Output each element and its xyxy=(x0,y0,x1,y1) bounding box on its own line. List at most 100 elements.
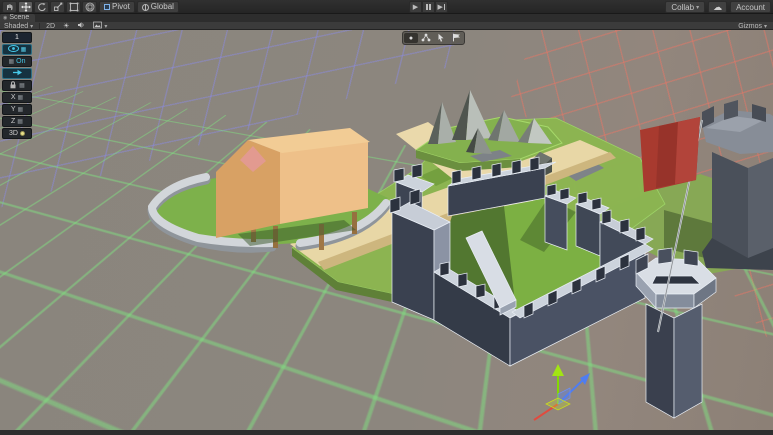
sun-icon: ☀ xyxy=(63,22,69,30)
playmode-controls: ▶ ▶ xyxy=(409,1,448,13)
pivot-toggle-button[interactable]: Pivot xyxy=(99,1,135,13)
full-grid-label: 3D xyxy=(9,130,18,137)
grid-icon: ▦ xyxy=(19,82,25,89)
2d-toggle-button[interactable]: 2D xyxy=(44,22,57,30)
hand-tool-button[interactable] xyxy=(2,1,17,13)
grid-icon: ▦ xyxy=(18,106,24,113)
shading-mode-label: Shaded xyxy=(4,23,28,30)
2d-label: 2D xyxy=(46,23,55,30)
scale-tool-button[interactable] xyxy=(50,1,65,13)
tab-scene[interactable]: ◉ Scene xyxy=(0,14,35,22)
global-toggle-button[interactable]: Global xyxy=(137,1,179,13)
rotate-tool-icon xyxy=(37,2,47,12)
nodes-icon xyxy=(421,33,431,44)
scene-audio-toggle[interactable] xyxy=(75,22,87,30)
step-icon: ▶ xyxy=(438,3,443,11)
progrids-y-plane-button[interactable]: Y ▦ xyxy=(2,104,32,115)
unity-editor-window: Pivot Global ▶ ▶ Collab ▾ ☁ xyxy=(0,0,773,435)
lock-icon xyxy=(9,81,17,91)
rotate-tool-button[interactable] xyxy=(34,1,49,13)
scene-overlay-toolbar: ● xyxy=(402,31,465,45)
progrids-x-plane-button[interactable]: X ▦ xyxy=(2,92,32,103)
axis-x-label: X xyxy=(11,94,16,101)
transform-tool-icon xyxy=(85,2,95,12)
grid-icon: ▦ xyxy=(21,46,27,53)
progrids-z-plane-button[interactable]: Z ▦ xyxy=(2,116,32,127)
eye-icon xyxy=(8,45,19,54)
move-gizmo[interactable] xyxy=(534,364,590,420)
pivot-icon xyxy=(104,4,110,10)
collab-button[interactable]: Collab ▾ xyxy=(665,1,705,13)
corner-turret[interactable] xyxy=(636,248,716,418)
globe-icon xyxy=(142,4,149,11)
axis-y-label: Y xyxy=(11,106,16,113)
account-button[interactable]: Account xyxy=(730,1,771,13)
progrids-lock-grid-button[interactable]: ▦ xyxy=(2,80,32,91)
grid-icon: ▦ xyxy=(18,94,24,101)
progrids-toolbar: 1 ▦ ▦ On ▦ xyxy=(2,32,32,139)
chevron-down-icon: ▾ xyxy=(696,4,699,11)
account-label: Account xyxy=(736,3,765,12)
chevron-down-icon: ▾ xyxy=(104,23,107,30)
divider xyxy=(39,23,40,29)
move-tool-icon xyxy=(21,2,31,12)
pointer-tool-button[interactable] xyxy=(434,33,448,43)
scene-tab-bar: ◉ Scene xyxy=(0,14,773,22)
scene-controls-right: Gizmos ▾ xyxy=(736,22,769,30)
move-tool-button[interactable] xyxy=(18,1,33,13)
arrow-right-icon xyxy=(12,69,23,78)
pivot-label: Pivot xyxy=(112,2,130,12)
grid-icon: ▦ xyxy=(8,58,14,65)
flag-icon xyxy=(452,33,461,44)
toolbar-right-group: Collab ▾ ☁ Account xyxy=(665,1,771,13)
rect-tool-button[interactable] xyxy=(66,1,81,13)
global-label: Global xyxy=(151,2,174,12)
hand-tool-icon xyxy=(5,2,15,12)
flag-tool-button[interactable] xyxy=(449,33,463,43)
play-button[interactable]: ▶ xyxy=(409,1,422,13)
snap-value-label: 1 xyxy=(15,34,19,41)
node-graph-button[interactable] xyxy=(419,33,433,43)
gizmos-dropdown[interactable]: Gizmos ▾ xyxy=(736,22,769,30)
rect-tool-icon xyxy=(69,2,79,12)
step-button[interactable]: ▶ xyxy=(435,1,448,13)
progrids-snap-toggle-button[interactable]: ▦ On xyxy=(2,56,32,67)
shading-mode-dropdown[interactable]: Shaded ▾ xyxy=(2,22,35,30)
progrids-push-to-grid-button[interactable] xyxy=(2,68,32,79)
scene-tab-icon: ◉ xyxy=(3,14,7,22)
progrids-snap-value-button[interactable]: 1 xyxy=(2,32,32,43)
transform-tool-button[interactable] xyxy=(82,1,97,13)
scene-effects-dropdown[interactable]: ▾ xyxy=(91,22,109,30)
cloud-services-button[interactable]: ☁ xyxy=(708,1,727,13)
transform-tool-group xyxy=(2,1,97,13)
chevron-down-icon: ▾ xyxy=(764,23,767,30)
sphere-icon: ● xyxy=(409,35,413,42)
scene-control-bar: Shaded ▾ 2D ☀ ▾ xyxy=(0,22,773,30)
scene-tab-label: Scene xyxy=(9,14,29,22)
progrids-grid-visibility-button[interactable]: ▦ xyxy=(2,44,32,55)
handle-settings-group: Pivot Global xyxy=(99,1,179,13)
gizmos-label: Gizmos xyxy=(738,23,762,30)
axis-z-label: Z xyxy=(11,118,15,125)
pause-button[interactable] xyxy=(422,1,435,13)
play-icon: ▶ xyxy=(413,3,418,11)
scene-viewport[interactable]: 1 ▦ ▦ On ▦ xyxy=(0,30,773,435)
stone-tower[interactable] xyxy=(702,100,773,270)
scale-tool-icon xyxy=(53,2,63,12)
chevron-down-icon: ▾ xyxy=(30,23,33,30)
scene-lighting-toggle[interactable]: ☀ xyxy=(61,22,71,30)
collab-label: Collab xyxy=(671,3,694,12)
window-bottom-edge xyxy=(0,430,773,435)
cloud-icon: ☁ xyxy=(713,2,722,13)
farm-house-island[interactable] xyxy=(148,128,388,250)
progrids-full-grid-button[interactable]: 3D xyxy=(2,128,32,139)
cursor-icon xyxy=(437,33,445,44)
bulb-icon xyxy=(20,131,25,136)
snap-on-label: On xyxy=(16,58,25,65)
sphere-brush-button[interactable]: ● xyxy=(404,33,418,43)
main-toolbar: Pivot Global ▶ ▶ Collab ▾ ☁ xyxy=(0,0,773,14)
scene-render xyxy=(0,30,773,435)
grid-icon: ▦ xyxy=(17,118,23,125)
pause-icon xyxy=(426,4,432,10)
scene-controls-left: Shaded ▾ 2D ☀ ▾ xyxy=(2,22,109,30)
